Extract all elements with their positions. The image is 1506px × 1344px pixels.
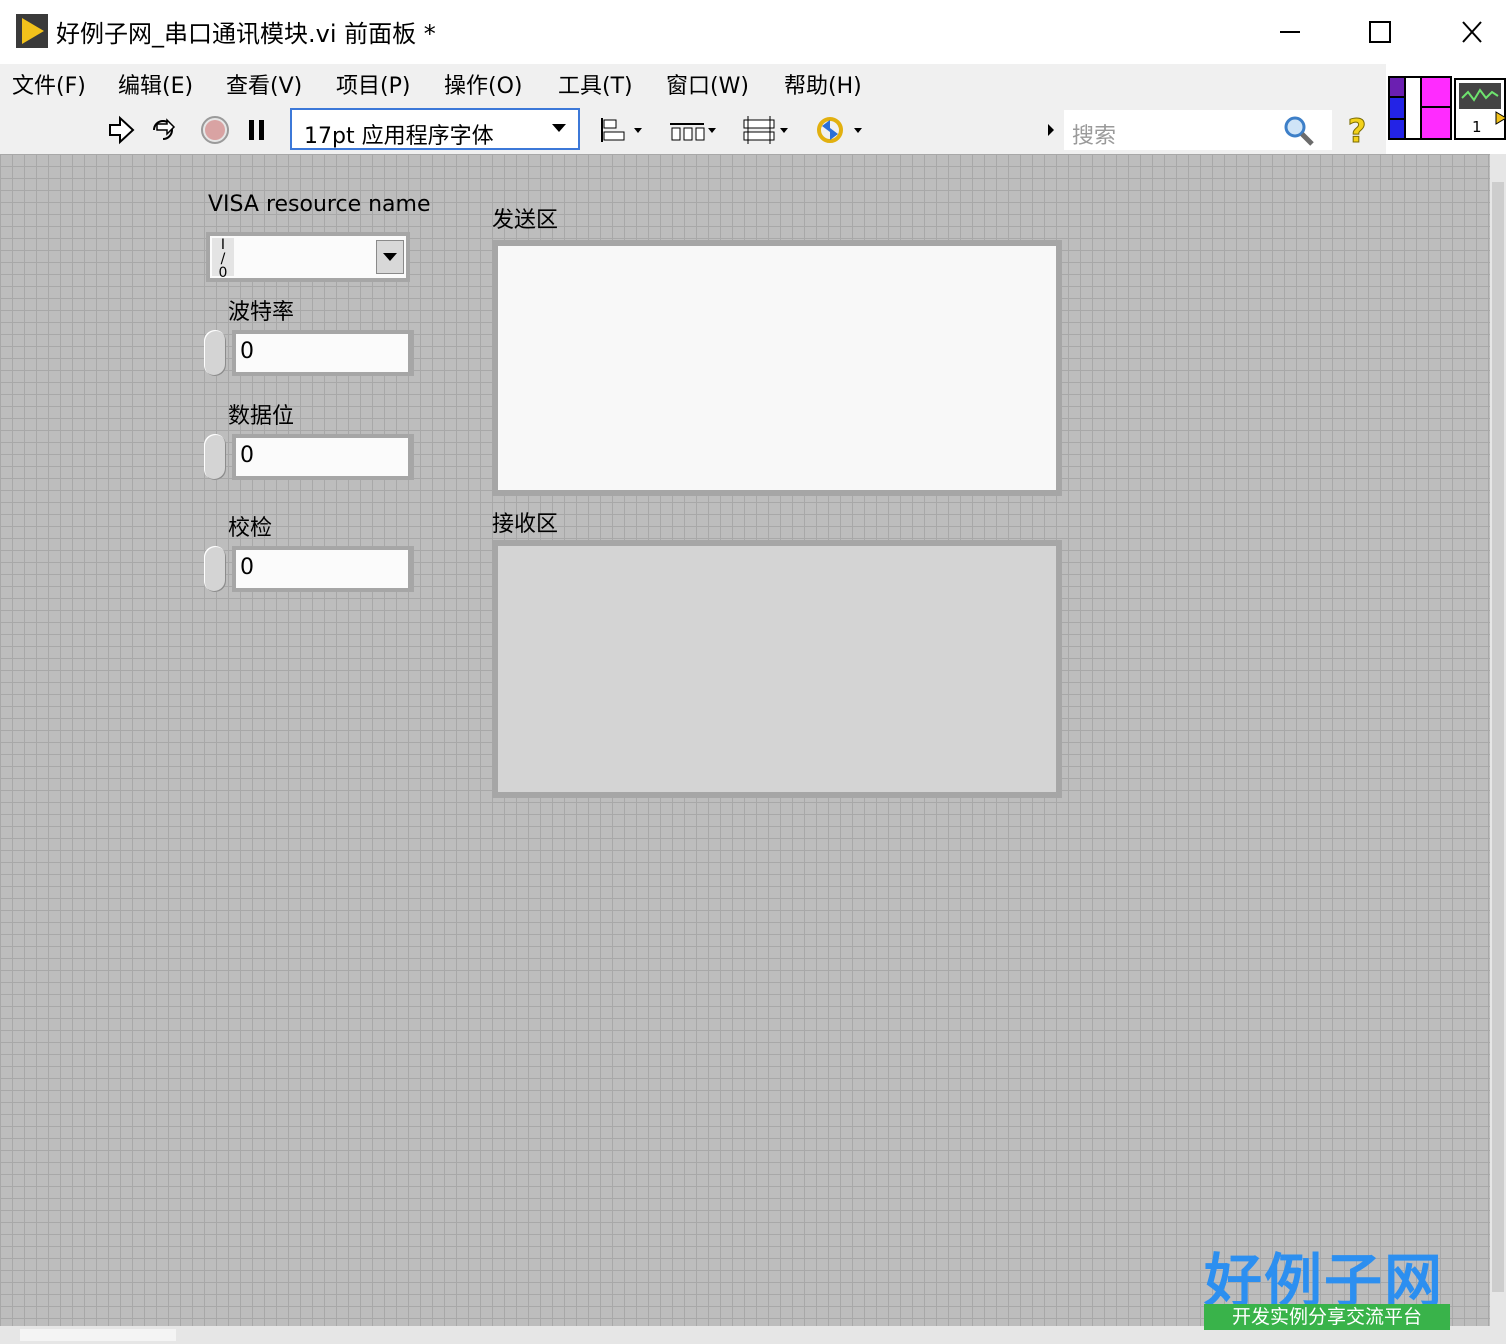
site-watermark-logo: 好例子网 开发实例分享交流平台 bbox=[1204, 1234, 1452, 1334]
data-bits-field[interactable]: 0 bbox=[232, 434, 414, 480]
font-select-value: 17pt 应用程序字体 bbox=[304, 124, 494, 149]
send-area-text bbox=[498, 246, 1056, 490]
connector-pane-icon[interactable] bbox=[1388, 76, 1452, 140]
vertical-scroll-thumb[interactable] bbox=[1492, 182, 1504, 1292]
data-bits-label: 数据位 bbox=[228, 404, 295, 429]
parity-field[interactable]: 0 bbox=[232, 546, 414, 592]
menu-bar: 文件(F) 编辑(E) 查看(V) 项目(P) 操作(O) 工具(T) 窗口(W… bbox=[0, 64, 1386, 104]
menu-edit[interactable]: 编辑(E) bbox=[114, 68, 197, 100]
maximize-button[interactable] bbox=[1360, 14, 1400, 50]
baud-rate-label: 波特率 bbox=[228, 300, 295, 325]
visa-resource-label: VISA resource name bbox=[208, 192, 431, 217]
menu-window[interactable]: 窗口(W) bbox=[662, 68, 753, 100]
search-icon[interactable] bbox=[1282, 114, 1316, 148]
help-icon[interactable]: ? bbox=[1342, 112, 1372, 148]
close-button[interactable] bbox=[1452, 14, 1492, 50]
horizontal-scroll-thumb[interactable] bbox=[20, 1329, 176, 1341]
baud-rate-control: 0 bbox=[204, 330, 414, 376]
labview-vi-icon bbox=[16, 14, 48, 48]
run-arrow-icon[interactable] bbox=[104, 114, 138, 146]
run-continuously-icon[interactable] bbox=[146, 114, 180, 146]
data-bits-increment-decrement[interactable] bbox=[204, 434, 226, 480]
search-input[interactable]: 搜索 bbox=[1064, 110, 1332, 150]
title-bar: 好例子网_串口通讯模块.vi 前面板 * bbox=[0, 0, 1506, 64]
chevron-down-icon bbox=[552, 124, 566, 132]
window-title: 好例子网_串口通讯模块.vi 前面板 * bbox=[56, 20, 436, 48]
align-objects-icon[interactable] bbox=[598, 114, 648, 146]
data-bits-control: 0 bbox=[204, 434, 414, 480]
resize-objects-icon[interactable] bbox=[740, 114, 792, 146]
font-select[interactable]: 17pt 应用程序字体 bbox=[290, 108, 580, 150]
receive-area-label: 接收区 bbox=[492, 512, 559, 537]
menu-project[interactable]: 项目(P) bbox=[332, 68, 414, 100]
reorder-icon[interactable] bbox=[812, 114, 866, 146]
baud-rate-increment-decrement[interactable] bbox=[204, 330, 226, 376]
menu-help[interactable]: 帮助(H) bbox=[780, 68, 866, 100]
menu-view[interactable]: 查看(V) bbox=[222, 68, 306, 100]
vertical-scrollbar[interactable] bbox=[1490, 154, 1506, 1326]
baud-rate-value: 0 bbox=[236, 334, 408, 372]
parity-label: 校检 bbox=[228, 516, 273, 541]
parity-value: 0 bbox=[236, 550, 408, 588]
menu-file[interactable]: 文件(F) bbox=[8, 68, 90, 100]
receive-area-text bbox=[498, 546, 1056, 792]
parity-increment-decrement[interactable] bbox=[204, 546, 226, 592]
pause-icon[interactable] bbox=[240, 114, 274, 146]
menu-tools[interactable]: 工具(T) bbox=[554, 68, 637, 100]
visa-resource-control[interactable]: I/0 bbox=[206, 232, 410, 282]
receive-area-indicator bbox=[492, 540, 1062, 798]
abort-execution-icon[interactable] bbox=[198, 114, 232, 146]
expand-arrow-icon[interactable] bbox=[1046, 124, 1056, 136]
visa-dropdown-button[interactable] bbox=[376, 240, 404, 274]
baud-rate-field[interactable]: 0 bbox=[232, 330, 414, 376]
parity-control: 0 bbox=[204, 546, 414, 592]
menu-operate[interactable]: 操作(O) bbox=[440, 68, 526, 100]
connector-pane-area: 1 bbox=[1386, 64, 1506, 154]
front-panel: VISA resource name I/0 波特率 0 数据位 0 校检 0 … bbox=[0, 154, 1490, 1326]
svg-text:?: ? bbox=[1348, 112, 1367, 148]
chevron-down-icon bbox=[383, 253, 397, 261]
search-placeholder: 搜索 bbox=[1072, 124, 1117, 149]
send-area-label: 发送区 bbox=[492, 208, 559, 233]
distribute-objects-icon[interactable] bbox=[668, 114, 718, 146]
toolbar: 17pt 应用程序字体 搜索 ? bbox=[0, 104, 1386, 155]
watermark-slogan: 开发实例分享交流平台 bbox=[1204, 1304, 1450, 1330]
io-icon: I/0 bbox=[212, 238, 234, 280]
minimize-button[interactable] bbox=[1270, 14, 1310, 50]
send-area-control[interactable] bbox=[492, 240, 1062, 496]
connector-terminal-number: 1 bbox=[1472, 118, 1482, 136]
data-bits-value: 0 bbox=[236, 438, 408, 476]
